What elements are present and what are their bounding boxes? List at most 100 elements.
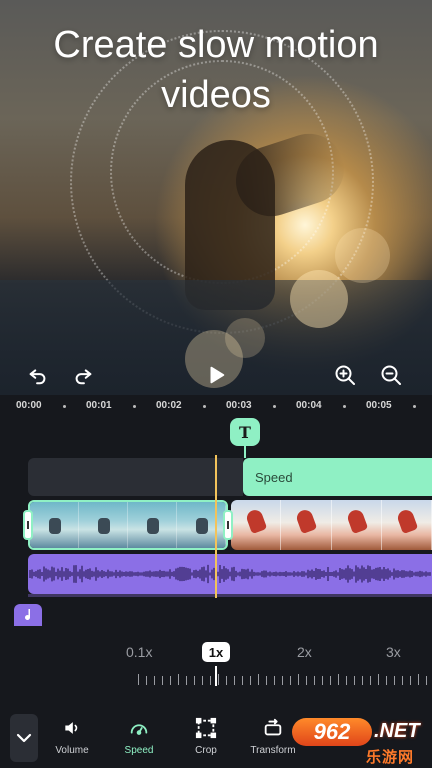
collapse-toolbar-button[interactable] bbox=[10, 714, 38, 762]
speed-option-selected[interactable]: 1x bbox=[202, 642, 230, 662]
tool-crop[interactable]: Crop bbox=[175, 716, 237, 756]
tick-label: 00:02 bbox=[156, 400, 182, 411]
slider-tick bbox=[314, 676, 315, 685]
slider-tick bbox=[426, 676, 427, 685]
tick-label: 00:03 bbox=[226, 400, 252, 411]
watermark-number: 962 bbox=[292, 718, 372, 746]
tick-label: 00:05 bbox=[366, 400, 392, 411]
slider-tick bbox=[202, 676, 203, 685]
tick-dot bbox=[343, 405, 346, 408]
tick-label: 00:00 bbox=[16, 400, 42, 411]
clip-trim-handle-left[interactable] bbox=[23, 510, 33, 540]
slider-tick bbox=[138, 674, 139, 685]
slider-tick bbox=[322, 676, 323, 685]
slider-tick bbox=[178, 674, 179, 685]
slider-tick bbox=[234, 676, 235, 685]
text-marker-stem bbox=[244, 446, 246, 458]
slider-tick bbox=[354, 676, 355, 685]
slider-tick bbox=[258, 674, 259, 685]
tick-dot bbox=[273, 405, 276, 408]
music-note-icon bbox=[25, 609, 30, 620]
video-clip[interactable] bbox=[231, 500, 432, 550]
watermark-chinese: 乐游网 bbox=[366, 749, 415, 766]
zoom-in-button[interactable] bbox=[328, 358, 362, 392]
slider-tick bbox=[154, 676, 155, 685]
slider-tick bbox=[298, 674, 299, 685]
clip-thumbnail bbox=[231, 500, 282, 550]
playhead[interactable] bbox=[215, 455, 217, 598]
slider-tick bbox=[242, 676, 243, 685]
slider-tick bbox=[266, 676, 267, 685]
slider-tick bbox=[386, 676, 387, 685]
audio-waveform bbox=[29, 564, 431, 584]
slider-tick bbox=[394, 676, 395, 685]
tick-dot bbox=[413, 405, 416, 408]
tool-volume[interactable]: Volume bbox=[41, 716, 103, 756]
undo-icon bbox=[29, 369, 46, 385]
slider-tick bbox=[402, 676, 403, 685]
tick-dot bbox=[133, 405, 136, 408]
empty-effect-track bbox=[28, 458, 243, 496]
headline-line-1: Create slow motion bbox=[53, 24, 379, 66]
slider-tick bbox=[338, 674, 339, 685]
clip-thumbnail bbox=[381, 500, 432, 550]
slider-tick bbox=[306, 676, 307, 685]
speedometer-icon bbox=[130, 724, 148, 735]
video-preview[interactable]: Create slow motion videos bbox=[0, 0, 432, 395]
site-watermark: 962 .NET 乐游网 bbox=[292, 714, 432, 768]
headline-line-2: videos bbox=[161, 74, 271, 116]
play-button[interactable] bbox=[199, 358, 233, 392]
tick-label: 00:04 bbox=[296, 400, 322, 411]
slider-tick bbox=[290, 676, 291, 685]
text-track-marker[interactable]: T bbox=[230, 418, 260, 446]
speed-option-2x[interactable]: 2x bbox=[297, 644, 312, 660]
slider-tick bbox=[330, 676, 331, 685]
slider-tick bbox=[274, 676, 275, 685]
zoom-out-button[interactable] bbox=[374, 358, 408, 392]
slider-tick bbox=[250, 676, 251, 685]
redo-icon bbox=[75, 369, 92, 385]
slider-tick bbox=[226, 676, 227, 685]
speed-track-label: Speed bbox=[255, 469, 293, 485]
bokeh-light bbox=[225, 318, 265, 358]
undo-button[interactable] bbox=[21, 358, 55, 392]
tick-label: 00:01 bbox=[86, 400, 112, 411]
transform-icon bbox=[264, 718, 282, 736]
clip-thumbnail bbox=[331, 500, 382, 550]
tick-dot bbox=[63, 405, 66, 408]
speed-slider[interactable] bbox=[130, 670, 432, 690]
play-icon bbox=[210, 366, 225, 384]
clip-thumbnail bbox=[177, 502, 226, 548]
tool-label: Speed bbox=[124, 745, 154, 756]
clip-thumbnail bbox=[128, 502, 177, 548]
speed-option-0.1x[interactable]: 0.1x bbox=[126, 644, 152, 660]
slider-tick bbox=[146, 676, 147, 685]
slider-tick bbox=[370, 676, 371, 685]
slider-tick bbox=[194, 676, 195, 685]
redo-button[interactable] bbox=[66, 358, 100, 392]
audio-track[interactable] bbox=[28, 554, 432, 594]
speed-slider-cursor[interactable] bbox=[215, 666, 217, 686]
speed-option-3x[interactable]: 3x bbox=[386, 644, 401, 660]
tool-label: Volume bbox=[55, 745, 89, 756]
bokeh-light bbox=[290, 270, 348, 328]
zoom-out-icon bbox=[381, 365, 401, 385]
video-clip-selected[interactable] bbox=[28, 500, 228, 550]
crop-icon bbox=[195, 717, 217, 739]
slider-tick bbox=[410, 676, 411, 685]
clip-thumbnail bbox=[79, 502, 128, 548]
slider-tick bbox=[378, 674, 379, 685]
speed-effect-clip[interactable]: Speed bbox=[243, 458, 432, 496]
bokeh-light bbox=[335, 228, 390, 283]
music-track-button[interactable] bbox=[14, 604, 42, 626]
clip-trim-handle-right[interactable] bbox=[223, 510, 233, 540]
clip-thumbnail bbox=[281, 500, 332, 550]
tool-speed[interactable]: Speed bbox=[108, 716, 170, 756]
tool-label: Transform bbox=[250, 745, 296, 756]
slider-tick bbox=[418, 674, 419, 685]
watermark-domain: .NET bbox=[374, 720, 420, 742]
slider-tick bbox=[362, 676, 363, 685]
chevron-down-icon bbox=[16, 733, 32, 743]
slider-tick bbox=[346, 676, 347, 685]
slider-tick bbox=[186, 676, 187, 685]
